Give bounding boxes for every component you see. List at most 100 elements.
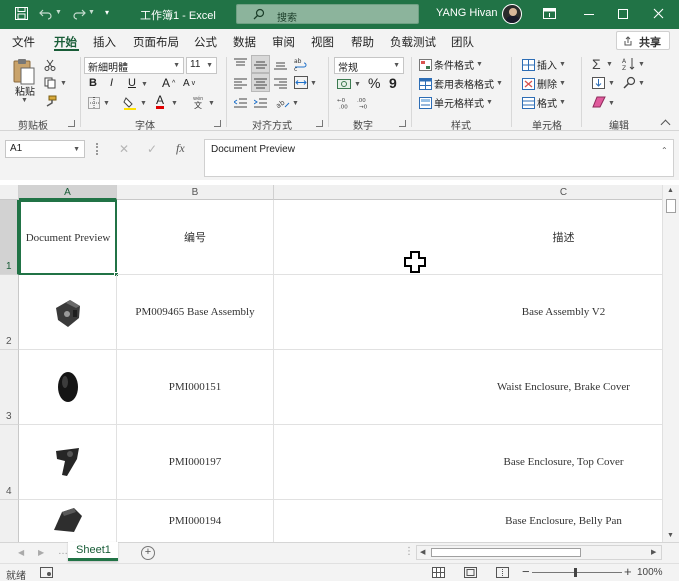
add-sheet-button[interactable]: + xyxy=(141,546,155,560)
page-layout-view-icon[interactable] xyxy=(464,567,477,578)
tab-review[interactable]: 审阅 xyxy=(272,34,295,50)
percent-button[interactable]: % xyxy=(368,75,380,91)
tab-file[interactable]: 文件 xyxy=(12,34,35,50)
delete-cells-button[interactable]: 删除 ▼ xyxy=(522,76,566,91)
tab-split-grip-icon[interactable]: ⋮ xyxy=(404,546,414,557)
sheet-tab-sheet1[interactable]: Sheet1 xyxy=(68,542,118,561)
align-left-icon[interactable] xyxy=(234,77,247,89)
cell-a2[interactable] xyxy=(19,275,117,350)
normal-view-icon[interactable] xyxy=(432,567,445,578)
fill-color-icon[interactable] xyxy=(123,96,137,110)
tab-home[interactable]: 开始 xyxy=(54,34,77,50)
worksheet-grid[interactable]: A B C 1 Document Preview 编号 描述 2 PM00946… xyxy=(0,185,662,542)
undo-icon[interactable] xyxy=(39,7,53,20)
scroll-right-icon[interactable]: ▶ xyxy=(651,548,656,556)
cell-b4[interactable]: PMI000197 xyxy=(117,425,274,500)
increase-indent-icon[interactable] xyxy=(254,97,267,109)
phonetic-icon[interactable]: wén 文 xyxy=(191,95,207,109)
italic-button[interactable]: I xyxy=(110,77,113,89)
paste-icon[interactable] xyxy=(12,58,36,86)
cancel-icon[interactable]: ✕ xyxy=(119,142,129,156)
increase-decimal-icon[interactable]: ←0.00 xyxy=(337,96,353,109)
font-launcher-icon[interactable] xyxy=(214,120,221,127)
cut-icon[interactable] xyxy=(44,59,56,71)
cell-c5[interactable]: Base Enclosure, Belly Pan xyxy=(274,500,662,542)
tab-team[interactable]: 团队 xyxy=(451,34,474,50)
zoom-slider-thumb[interactable] xyxy=(574,568,577,577)
number-launcher-icon[interactable] xyxy=(399,120,406,127)
scroll-thumb[interactable] xyxy=(666,199,676,213)
user-name[interactable]: YANG Hivan xyxy=(436,7,498,19)
autosum-dropdown-icon[interactable]: ▼ xyxy=(606,61,613,68)
name-box[interactable]: A1 ▼ xyxy=(5,140,85,158)
wrap-text-icon[interactable]: ab c xyxy=(294,57,307,71)
row-header[interactable]: 3 xyxy=(0,350,19,425)
copy-dropdown-icon[interactable]: ▼ xyxy=(60,80,67,87)
tab-formulas[interactable]: 公式 xyxy=(194,34,217,50)
column-header-b[interactable]: B xyxy=(117,185,274,200)
align-center-button[interactable] xyxy=(251,73,270,92)
conditional-formatting-button[interactable]: 条件格式 ▼ xyxy=(419,57,483,72)
macro-record-icon[interactable] xyxy=(40,567,53,578)
fill-dropdown-icon[interactable]: ▼ xyxy=(608,80,615,87)
format-painter-icon[interactable] xyxy=(44,95,57,107)
insert-cells-button[interactable]: 插入 ▼ xyxy=(522,57,566,72)
vertical-scrollbar[interactable]: ▲ ▼ xyxy=(662,185,679,542)
sheet-next-icon[interactable]: ▶ xyxy=(38,548,44,557)
orientation-dropdown-icon[interactable]: ▼ xyxy=(292,100,299,107)
page-break-view-icon[interactable] xyxy=(496,567,509,578)
scroll-up-icon[interactable]: ▲ xyxy=(667,187,674,194)
cell-b5[interactable]: PMI000194 xyxy=(117,500,274,542)
row-header[interactable] xyxy=(0,500,19,542)
borders-icon[interactable] xyxy=(88,97,100,109)
cell-c1[interactable]: 描述 xyxy=(274,200,662,275)
horizontal-scrollbar[interactable]: ◀ ▶ xyxy=(416,545,662,560)
redo-icon[interactable] xyxy=(72,7,86,20)
grow-font-button[interactable]: A ^ xyxy=(162,76,175,90)
font-color-icon[interactable]: A xyxy=(156,94,165,109)
paste-dropdown-icon[interactable]: ▼ xyxy=(21,97,28,104)
merge-center-icon[interactable] xyxy=(294,76,308,89)
scroll-left-icon[interactable]: ◀ xyxy=(420,548,425,556)
comma-style-button[interactable]: 9 xyxy=(389,75,397,91)
align-bottom-icon[interactable] xyxy=(274,58,287,70)
cell-c4[interactable]: Base Enclosure, Top Cover xyxy=(274,425,662,500)
autosum-icon[interactable]: Σ xyxy=(592,56,601,72)
zoom-in-button[interactable]: + xyxy=(624,564,632,579)
search-box[interactable]: 搜索 xyxy=(236,4,419,24)
insert-function-icon[interactable]: fx xyxy=(176,141,185,156)
format-as-table-button[interactable]: 套用表格格式 ▼ xyxy=(419,76,503,91)
expand-formula-bar-icon[interactable]: ⌃ xyxy=(661,146,668,155)
tab-data[interactable]: 数据 xyxy=(233,34,256,50)
cell-a4[interactable] xyxy=(19,425,117,500)
save-icon[interactable] xyxy=(15,7,28,20)
font-color-dropdown-icon[interactable]: ▼ xyxy=(171,100,178,107)
align-middle-button[interactable] xyxy=(251,55,270,73)
tab-load-test[interactable]: 负载测试 xyxy=(390,34,436,50)
row-header[interactable]: 2 xyxy=(0,275,19,350)
number-format-select[interactable]: 常规 ▼ xyxy=(334,57,404,74)
orientation-icon[interactable]: ab xyxy=(276,96,290,109)
cell-c2[interactable]: Base Assembly V2 xyxy=(274,275,662,350)
close-icon[interactable] xyxy=(653,8,664,19)
format-cells-button[interactable]: 格式 ▼ xyxy=(522,95,566,110)
maximize-icon[interactable] xyxy=(618,9,628,19)
clear-icon[interactable] xyxy=(592,96,606,108)
underline-dropdown-icon[interactable]: ▼ xyxy=(141,81,148,88)
align-top-icon[interactable] xyxy=(234,58,247,70)
cell-styles-button[interactable]: 单元格样式 ▼ xyxy=(419,95,493,110)
column-header-a[interactable]: A xyxy=(19,185,117,200)
select-all-corner[interactable] xyxy=(0,185,19,200)
font-size-select[interactable]: 11 ▼ xyxy=(186,57,217,74)
fill-color-dropdown-icon[interactable]: ▼ xyxy=(140,100,147,107)
horizontal-scroll-thumb[interactable] xyxy=(431,548,581,557)
font-name-select[interactable]: 新細明體 ▼ xyxy=(84,57,184,74)
align-right-icon[interactable] xyxy=(274,77,287,89)
enter-icon[interactable]: ✓ xyxy=(147,142,157,156)
column-header-c[interactable]: C xyxy=(274,185,662,200)
scroll-down-icon[interactable]: ▼ xyxy=(667,532,674,539)
sheet-prev-icon[interactable]: ◀ xyxy=(18,548,24,557)
clipboard-launcher-icon[interactable] xyxy=(68,120,75,127)
shrink-font-button[interactable]: Av xyxy=(183,78,195,89)
cell-a1[interactable]: Document Preview xyxy=(19,200,117,275)
